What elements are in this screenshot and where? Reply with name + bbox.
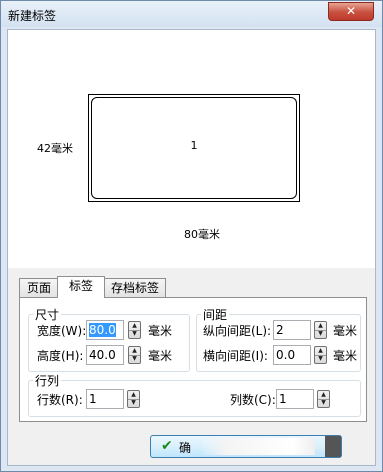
label-preview-box: 1 xyxy=(88,94,300,202)
width-value: 80.0 xyxy=(89,323,116,337)
gap-group-title: 间距 xyxy=(201,306,230,323)
label-preview: 42毫米 1 80毫米 xyxy=(8,30,375,268)
width-unit: 毫米 xyxy=(148,324,173,338)
dialog-window: 新建标签 ✕ 42毫米 1 80毫米 页面 标签 存档标签 尺寸 宽度(W): … xyxy=(0,0,383,472)
height-dimension-text: 42毫米 xyxy=(37,142,73,155)
vertical-gap-unit: 毫米 xyxy=(333,324,358,338)
horizontal-gap-value: 0.0 xyxy=(276,348,296,362)
rows-columns-group-title: 行列 xyxy=(33,372,62,389)
height-value: 40.0 xyxy=(89,348,116,362)
columns-spinner[interactable]: ▲ ▼ xyxy=(317,390,330,408)
width-dimension-text: 80毫米 xyxy=(184,228,220,241)
height-input[interactable]: 40.0 xyxy=(86,345,124,365)
close-icon: ✕ xyxy=(345,4,357,18)
window-title: 新建标签 xyxy=(8,9,57,23)
spin-down-icon[interactable]: ▼ xyxy=(128,399,139,407)
vertical-gap-value: 2 xyxy=(276,323,284,337)
horizontal-gap-label: 横向间距(I): xyxy=(203,349,268,363)
rows-value: 1 xyxy=(89,392,97,406)
rows-input[interactable]: 1 xyxy=(86,389,124,409)
size-group-title: 尺寸 xyxy=(33,306,62,323)
tab-label[interactable]: 标签 xyxy=(57,276,105,298)
width-input[interactable]: 80.0 xyxy=(86,320,124,340)
horizontal-gap-input[interactable]: 0.0 xyxy=(273,345,311,365)
horizontal-gap-unit: 毫米 xyxy=(333,349,358,363)
rows-label: 行数(R): xyxy=(37,393,83,407)
height-spinner[interactable]: ▲ ▼ xyxy=(128,346,141,364)
height-label: 高度(H): xyxy=(37,349,84,363)
columns-value: 1 xyxy=(279,392,287,406)
rows-columns-group: 行列 行数(R): 1 ▲ ▼ 列数(C): 1 ▲ ▼ xyxy=(28,372,361,417)
title-bar[interactable]: 新建标签 ✕ xyxy=(1,1,382,27)
horizontal-gap-spinner[interactable]: ▲ ▼ xyxy=(314,346,327,364)
vertical-gap-label: 纵向间距(L): xyxy=(203,324,272,338)
rows-spinner[interactable]: ▲ ▼ xyxy=(127,390,140,408)
height-unit: 毫米 xyxy=(148,349,173,363)
tab-page[interactable]: 页面 xyxy=(19,278,59,297)
vertical-gap-spinner[interactable]: ▲ ▼ xyxy=(314,321,327,339)
close-button[interactable]: ✕ xyxy=(328,2,374,21)
check-icon: ✔ xyxy=(161,438,173,454)
tab-panel: 尺寸 宽度(W): 80.0 ▲ ▼ 毫米 高度(H): 40.0 ▲ ▼ 毫米 间… xyxy=(19,297,367,422)
tab-archive-label[interactable]: 存档标签 xyxy=(104,278,166,297)
obscured-dark-bar xyxy=(325,436,341,457)
width-spinner[interactable]: ▲ ▼ xyxy=(128,321,141,339)
spin-down-icon[interactable]: ▼ xyxy=(129,355,140,363)
spin-down-icon[interactable]: ▼ xyxy=(318,399,329,407)
vertical-gap-input[interactable]: 2 xyxy=(273,320,311,340)
size-group: 尺寸 宽度(W): 80.0 ▲ ▼ 毫米 高度(H): 40.0 ▲ ▼ 毫米 xyxy=(28,306,190,372)
spin-down-icon[interactable]: ▼ xyxy=(315,355,326,363)
spin-down-icon[interactable]: ▼ xyxy=(129,330,140,338)
width-label: 宽度(W): xyxy=(37,324,87,338)
dialog-client-area: 42毫米 1 80毫米 页面 标签 存档标签 尺寸 宽度(W): 80.0 ▲ ▼… xyxy=(7,29,376,466)
columns-label: 列数(C): xyxy=(230,393,276,407)
obscured-overlay xyxy=(203,438,315,455)
ok-button[interactable]: ✔ 确 xyxy=(150,435,342,458)
columns-input[interactable]: 1 xyxy=(276,389,314,409)
label-number: 1 xyxy=(190,139,198,152)
ok-button-label: 确 xyxy=(179,441,192,455)
gap-group: 间距 纵向间距(L): 2 ▲ ▼ 毫米 横向间距(I): 0.0 ▲ ▼ 毫米 xyxy=(196,306,361,372)
spin-down-icon[interactable]: ▼ xyxy=(315,330,326,338)
